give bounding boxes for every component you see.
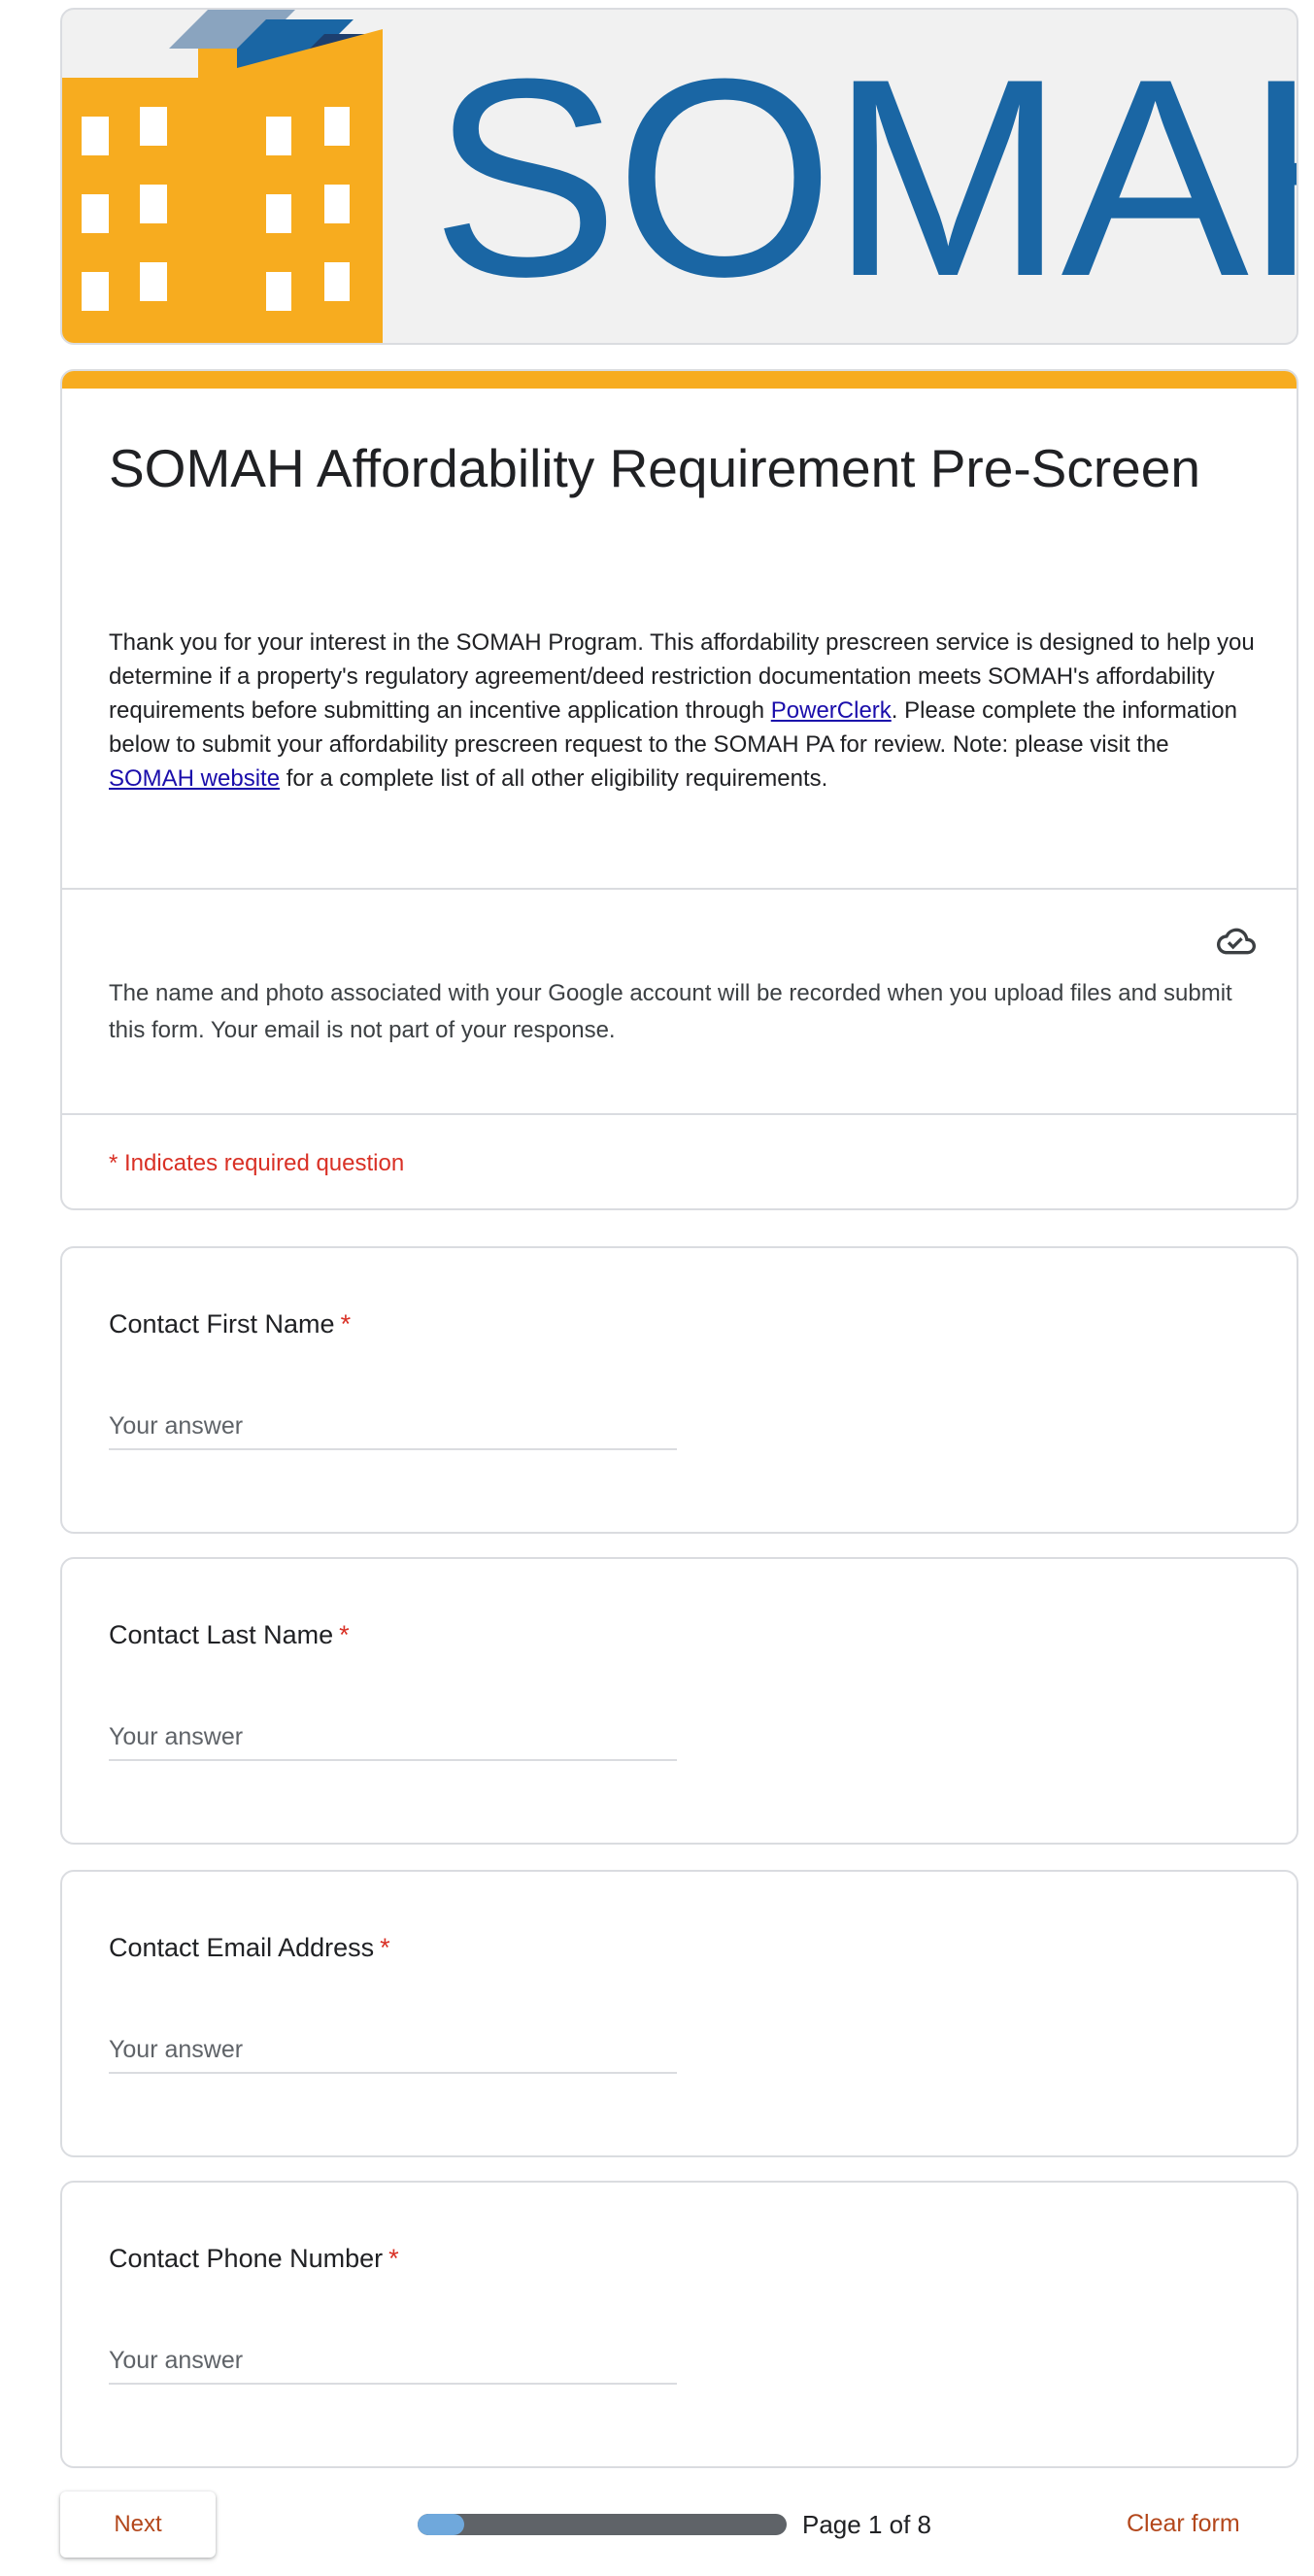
phone-input[interactable] [109, 2338, 677, 2385]
page-indicator: Page 1 of 8 [802, 2510, 931, 2539]
question-card-email: Contact Email Address * [60, 1870, 1298, 2157]
divider [62, 888, 1297, 890]
form-description: Thank you for your interest in the SOMAH… [109, 626, 1255, 796]
logo-wordmark: SOMAH [431, 20, 1297, 335]
required-asterisk: * [339, 1620, 350, 1649]
next-button[interactable]: Next [60, 2491, 216, 2558]
question-label: Contact Email Address * [109, 1930, 390, 1965]
question-label-text: Contact Last Name [109, 1620, 334, 1649]
first-name-input[interactable] [109, 1404, 677, 1450]
question-card-phone: Contact Phone Number * [60, 2181, 1298, 2468]
required-legend: * Indicates required question [109, 1150, 405, 1176]
required-asterisk: * [340, 1309, 352, 1339]
somah-website-link[interactable]: SOMAH website [109, 765, 280, 792]
cloud-check-icon [1217, 928, 1256, 955]
progress-fill [418, 2514, 464, 2535]
divider [62, 1113, 1297, 1115]
question-label-text: Contact Phone Number [109, 2244, 384, 2273]
last-name-input[interactable] [109, 1714, 677, 1761]
powerclerk-link[interactable]: PowerClerk [771, 697, 892, 724]
form-page: SOMAH SOMAH Affordability Requirement Pr… [0, 0, 1314, 2576]
question-card-first-name: Contact First Name * [60, 1246, 1298, 1534]
question-label: Contact Phone Number * [109, 2241, 399, 2276]
accent-bar [62, 371, 1297, 389]
form-title: SOMAH Affordability Requirement Pre-Scre… [109, 438, 1200, 498]
header-banner: SOMAH [60, 8, 1298, 345]
clear-form-button[interactable]: Clear form [1127, 2500, 1240, 2547]
question-label: Contact Last Name * [109, 1617, 350, 1652]
form-header-card: SOMAH Affordability Requirement Pre-Scre… [60, 369, 1298, 1210]
required-asterisk: * [388, 2244, 399, 2273]
required-asterisk: * [380, 1933, 390, 1962]
progress-bar [418, 2514, 787, 2535]
question-label-text: Contact First Name [109, 1309, 335, 1339]
description-text-3: for a complete list of all other eligibi… [280, 765, 828, 792]
question-card-last-name: Contact Last Name * [60, 1557, 1298, 1845]
question-label-text: Contact Email Address [109, 1933, 375, 1962]
account-notice: The name and photo associated with your … [109, 980, 1232, 1043]
email-input[interactable] [109, 2027, 677, 2074]
question-label: Contact First Name * [109, 1306, 351, 1341]
